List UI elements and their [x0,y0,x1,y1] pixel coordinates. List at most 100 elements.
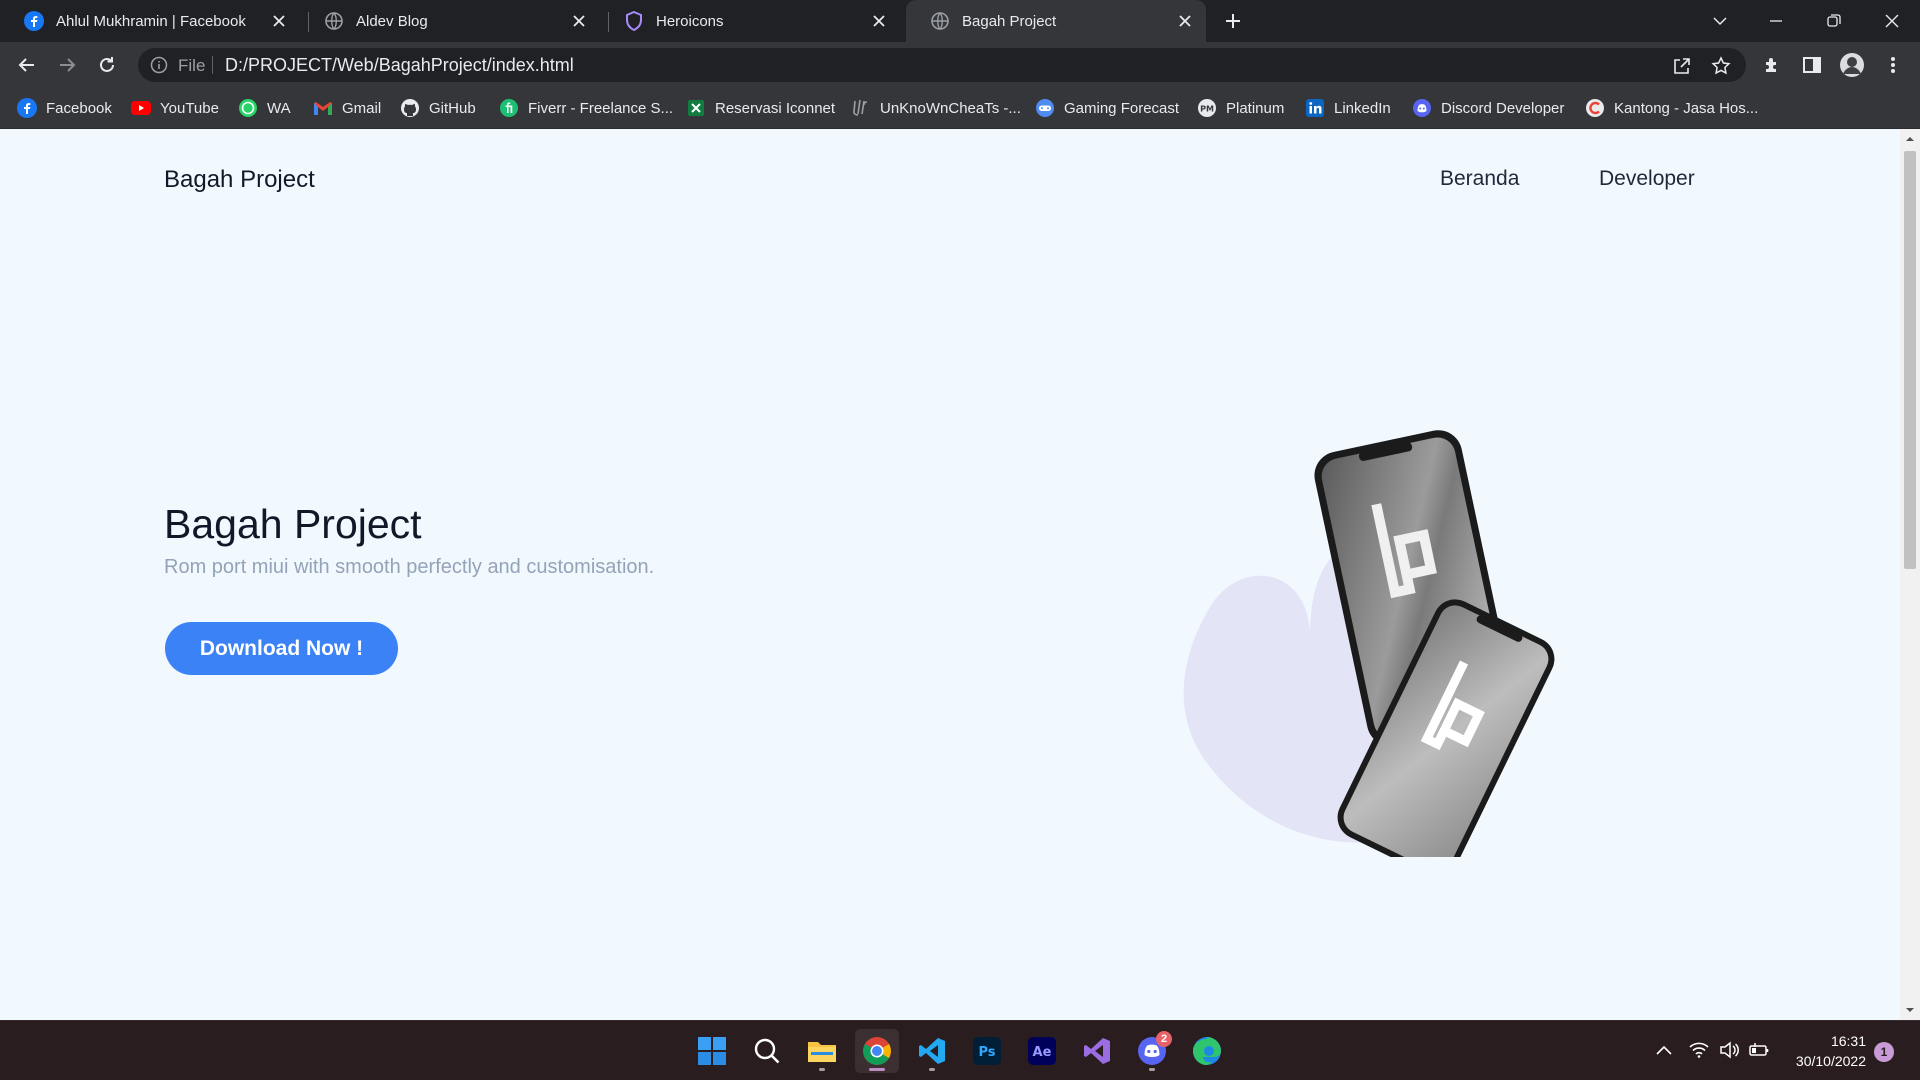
system-clock[interactable]: 16:31 30/10/2022 [1770,1031,1866,1071]
active-indicator [869,1068,885,1071]
bookmark-discord-developer[interactable]: Discord Developer [1412,88,1564,128]
info-icon[interactable] [150,56,168,74]
battery-icon [1749,1043,1769,1056]
url-text[interactable]: D:/PROJECT/Web/BagahProject/index.html [225,55,574,76]
tab-search-button[interactable] [1692,0,1748,42]
new-tab-button[interactable] [1220,8,1246,34]
bookmark-github[interactable]: GitHub [400,88,476,128]
close-icon[interactable] [1174,10,1196,32]
clock-date: 30/10/2022 [1795,1053,1866,1069]
kantong-icon [1585,98,1605,118]
start-button[interactable] [690,1029,734,1073]
chevron-up-icon [1656,1045,1672,1055]
shield-icon [624,11,644,31]
restore-button[interactable] [1806,0,1862,42]
site-brand[interactable]: Bagah Project [164,166,315,194]
bookmark-label: YouTube [160,99,219,117]
whatsapp-icon [238,98,258,118]
bookmark-label: GitHub [429,99,476,117]
bookmark-platinum[interactable]: PM Platinum [1197,88,1284,128]
close-icon[interactable] [268,10,290,32]
extensions-icon[interactable] [1759,52,1785,78]
photoshop-icon: Ps [973,1037,1001,1065]
tab-aldev-blog[interactable]: Aldev Blog [300,0,600,42]
scrollbar-thumb[interactable] [1904,151,1916,569]
taskbar-search-button[interactable] [745,1029,789,1073]
visual-studio-icon [1084,1038,1110,1064]
taskbar-chrome[interactable] [855,1029,899,1073]
tab-bagah-project[interactable]: Bagah Project [906,0,1206,42]
bookmark-label: Facebook [46,99,112,117]
bookmark-label: Gaming Forecast [1064,99,1180,117]
tab-title: Ahlul Mukhramin | Facebook [56,12,246,30]
tab-title: Heroicons [656,12,724,30]
taskbar-discord[interactable]: 2 [1130,1029,1174,1073]
share-icon[interactable] [1671,55,1693,77]
nav-link-beranda[interactable]: Beranda [1440,167,1519,191]
tab-heroicons[interactable]: Heroicons [600,0,900,42]
facebook-icon [24,11,44,31]
bookmark-label: Gmail [342,99,382,117]
taskbar-file-explorer[interactable] [800,1029,844,1073]
taskbar-visual-studio[interactable] [1075,1029,1119,1073]
minimize-button[interactable] [1748,0,1804,42]
globe-icon [930,11,950,31]
wifi-button[interactable] [1688,1039,1710,1061]
battery-button[interactable] [1748,1039,1770,1061]
bookmark-label: Discord Developer [1441,99,1565,117]
avatar[interactable] [1839,52,1865,78]
browser-tab-strip: Ahlul Mukhramin | Facebook Aldev Blog He… [0,0,1920,42]
svg-text:Ps: Ps [978,1045,995,1060]
forward-button[interactable] [51,49,83,81]
bookmark-label: Fiverr - Freelance S... [528,99,674,117]
github-icon [400,98,420,118]
uc-icon [851,98,871,118]
discord-unread-badge: 2 [1156,1031,1172,1047]
address-bar[interactable]: File D:/PROJECT/Web/BagahProject/index.h… [138,48,1746,82]
running-indicator [929,1068,935,1071]
download-now-button[interactable]: Download Now ! [165,622,398,675]
close-icon[interactable] [868,10,890,32]
scroll-up-icon [1906,137,1914,141]
bookmark-fiverr[interactable]: Fiverr - Freelance S... [499,88,673,128]
tab-facebook[interactable]: Ahlul Mukhramin | Facebook [0,0,300,42]
running-indicator [819,1068,825,1071]
bookmark-wa[interactable]: WA [238,88,291,128]
side-panel-icon[interactable] [1799,52,1825,78]
reload-button[interactable] [91,49,123,81]
url-separator [212,56,213,74]
bookmark-reservasi-iconnet[interactable]: Reservasi Iconnet [686,88,835,128]
taskbar-after-effects[interactable]: Ae [1020,1029,1064,1073]
kebab-menu-icon[interactable] [1880,52,1906,78]
page-scrollbar[interactable] [1900,129,1920,1020]
close-icon[interactable] [568,10,590,32]
bookmark-label: Platinum [1226,99,1285,117]
taskbar-photoshop[interactable]: Ps [965,1029,1009,1073]
bookmark-linkedin[interactable]: LinkedIn [1305,88,1391,128]
search-icon [754,1038,780,1064]
bookmark-label: Reservasi Iconnet [715,99,836,117]
platinum-icon: PM [1197,98,1217,118]
bookmark-gaming-forecast[interactable]: Gaming Forecast [1035,88,1179,128]
bookmark-gmail[interactable]: Gmail [313,88,381,128]
bookmark-label: Kantong - Jasa Hos... [1614,99,1759,117]
wifi-icon [1689,1042,1709,1058]
bookmarks-bar: Facebook YouTube WA Gmail GitHub Fiverr … [0,88,1920,129]
close-window-button[interactable] [1864,0,1920,42]
taskbar-edge[interactable] [1185,1029,1229,1073]
bookmark-unknowncheats[interactable]: UnKnoWnCheaTs -... [851,88,1021,128]
back-button[interactable] [11,49,43,81]
volume-button[interactable] [1718,1039,1740,1061]
clock-time: 16:31 [1830,1033,1866,1049]
svg-text:PM: PM [1200,105,1214,114]
facebook-icon [17,98,37,118]
taskbar-vscode[interactable] [910,1029,954,1073]
bookmark-facebook[interactable]: Facebook [17,88,112,128]
volume-icon [1720,1041,1739,1059]
nav-link-developer[interactable]: Developer [1599,167,1695,191]
notification-count-badge[interactable]: 1 [1874,1042,1894,1062]
show-hidden-icons-button[interactable] [1653,1039,1675,1061]
bookmark-star-icon[interactable] [1710,55,1732,77]
bookmark-kantong[interactable]: Kantong - Jasa Hos... [1585,88,1758,128]
bookmark-youtube[interactable]: YouTube [131,88,219,128]
